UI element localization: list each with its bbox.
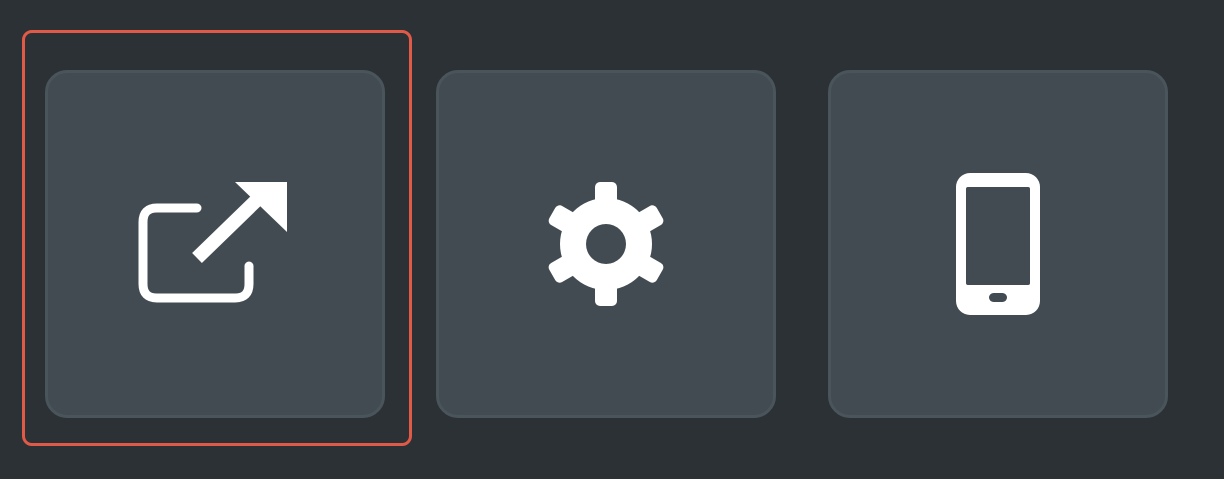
mobile-device-button[interactable] xyxy=(828,70,1168,418)
open-external-button[interactable] xyxy=(45,70,385,418)
external-link-icon xyxy=(135,174,295,314)
gear-icon xyxy=(541,179,671,309)
settings-button[interactable] xyxy=(436,70,776,418)
icon-toolbar xyxy=(0,0,1224,479)
smartphone-icon xyxy=(948,169,1048,319)
